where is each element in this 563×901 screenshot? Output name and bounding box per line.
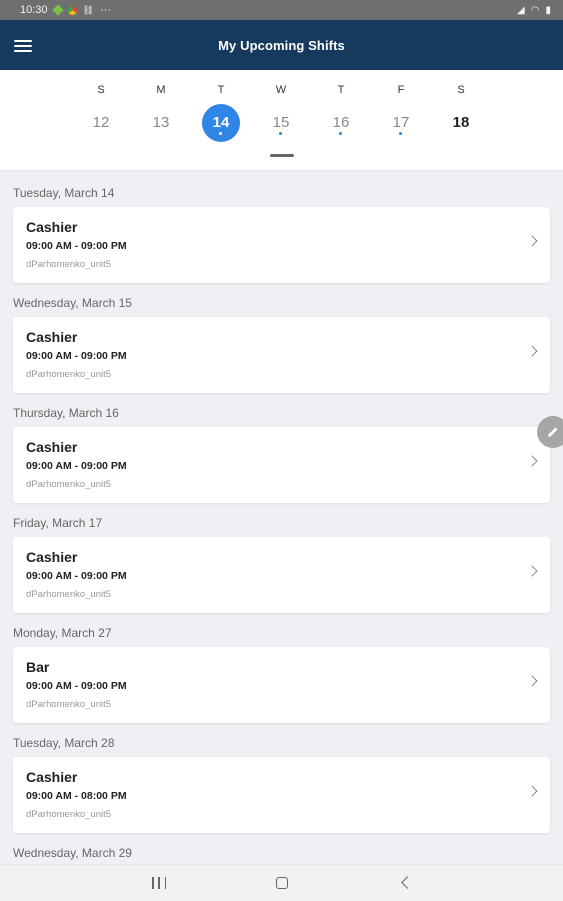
day-letter: M xyxy=(156,84,166,96)
shift-role: Cashier xyxy=(26,329,78,345)
day-number: 16 xyxy=(332,114,350,131)
shift-indicator-dot xyxy=(399,132,402,135)
chevron-right-icon xyxy=(526,675,538,687)
status-bar: 10:30 ⛓ ··· ◢ ◠ ▮ xyxy=(0,0,563,20)
app-bar: My Upcoming Shifts xyxy=(0,20,563,70)
recent-apps-icon[interactable] xyxy=(152,877,166,889)
date-header: Tuesday, March 28 xyxy=(13,736,115,750)
date-header: Wednesday, March 15 xyxy=(13,296,132,310)
shift-unit: dParhomenko_unit5 xyxy=(26,589,112,600)
shift-card[interactable]: Cashier 09:00 AM - 09:00 PM dParhomenko_un… xyxy=(13,207,550,283)
shift-time: 09:00 AM - 09:00 PM xyxy=(26,460,127,472)
date-header: Friday, March 17 xyxy=(13,516,103,530)
chrome-notification-icon xyxy=(67,5,77,15)
day-number: 17 xyxy=(392,114,410,131)
shift-role: Bar xyxy=(26,659,50,675)
chevron-right-icon xyxy=(526,785,538,797)
wifi-icon: ◠ xyxy=(530,4,540,16)
shift-time: 09:00 AM - 09:00 PM xyxy=(26,350,127,362)
shift-role: Cashier xyxy=(26,439,78,455)
edit-button[interactable] xyxy=(537,416,563,448)
shift-card[interactable]: Cashier 09:00 AM - 08:00 PM dParhomenko_un… xyxy=(13,757,550,833)
shift-time: 09:00 AM - 09:00 PM xyxy=(26,240,127,252)
shift-card[interactable]: Cashier 09:00 AM - 09:00 PM dParhomenko_un… xyxy=(13,317,550,393)
battery-icon: ▮ xyxy=(545,4,551,16)
shift-role: Cashier xyxy=(26,219,78,235)
day-letter: T xyxy=(337,84,345,96)
chevron-right-icon xyxy=(526,565,538,577)
day-letter: W xyxy=(275,84,287,96)
day-number: 14 xyxy=(202,104,240,142)
shift-time: 09:00 AM - 09:00 PM xyxy=(26,570,127,582)
chevron-right-icon xyxy=(526,345,538,357)
current-week-indicator xyxy=(270,154,294,157)
no-signal-icon: ◢ xyxy=(517,4,525,16)
shift-unit: dParhomenko_unit5 xyxy=(26,259,112,270)
week-calendar-strip: S 12 M 13 T 14 W 15 T 16 F 17 S 18 xyxy=(0,70,563,171)
shift-indicator-dot xyxy=(339,132,342,135)
system-navigation-bar xyxy=(0,864,563,901)
status-time: 10:30 xyxy=(20,4,48,16)
day-number: 18 xyxy=(452,114,470,131)
shift-time: 09:00 AM - 09:00 PM xyxy=(26,680,127,692)
day-letter: S xyxy=(457,84,465,96)
shift-time: 09:00 AM - 08:00 PM xyxy=(26,790,127,802)
shift-role: Cashier xyxy=(26,769,78,785)
shift-role: Cashier xyxy=(26,549,78,565)
day-number: 13 xyxy=(152,114,170,131)
shift-indicator-dot xyxy=(219,132,222,135)
more-notifications-icon: ··· xyxy=(99,4,111,16)
date-header: Thursday, March 16 xyxy=(13,406,119,420)
pencil-icon xyxy=(548,427,558,437)
day-letter: F xyxy=(397,84,405,96)
chevron-right-icon xyxy=(526,235,538,247)
link-notification-icon: ⛓ xyxy=(82,4,94,15)
shift-unit: dParhomenko_unit5 xyxy=(26,699,112,710)
chevron-right-icon xyxy=(526,455,538,467)
day-number: 15 xyxy=(272,114,290,131)
shift-indicator-dot xyxy=(279,132,282,135)
app-notification-icon xyxy=(51,4,64,16)
day-letter: S xyxy=(97,84,105,96)
date-header: Monday, March 27 xyxy=(13,626,112,640)
page-title: My Upcoming Shifts xyxy=(218,37,345,53)
shift-card[interactable]: Cashier 09:00 AM - 09:00 PM dParhomenko_un… xyxy=(13,427,550,503)
home-icon[interactable] xyxy=(276,877,288,889)
date-header: Tuesday, March 14 xyxy=(13,186,115,200)
day-letter: T xyxy=(217,84,225,96)
day-number: 12 xyxy=(92,114,110,131)
back-icon[interactable] xyxy=(401,876,414,889)
date-header: Wednesday, March 29 xyxy=(13,846,132,860)
shift-unit: dParhomenko_unit5 xyxy=(26,479,112,490)
hamburger-menu-icon[interactable] xyxy=(14,37,32,53)
shift-unit: dParhomenko_unit5 xyxy=(26,369,112,380)
shift-unit: dParhomenko_unit5 xyxy=(26,809,112,820)
shift-card[interactable]: Bar 09:00 AM - 09:00 PM dParhomenko_unit5 xyxy=(13,647,550,723)
shift-card[interactable]: Cashier 09:00 AM - 09:00 PM dParhomenko_un… xyxy=(13,537,550,613)
